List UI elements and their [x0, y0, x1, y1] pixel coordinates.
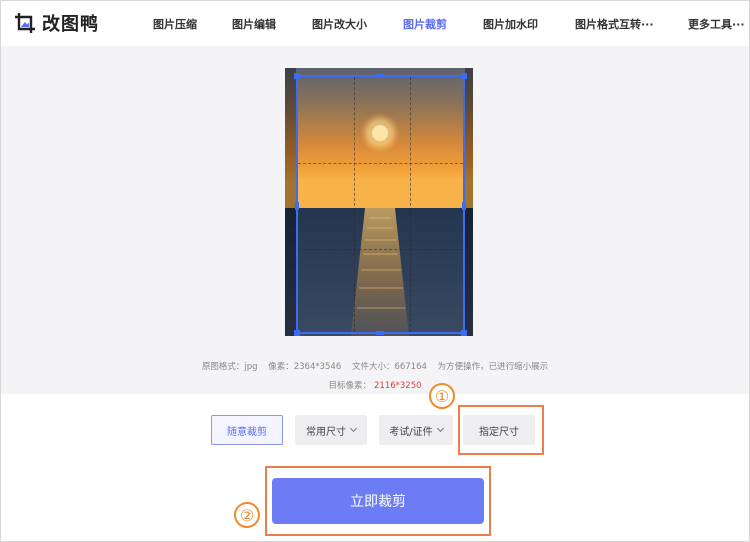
crop-grid-line [298, 249, 463, 250]
original-format: 原图格式：jpg [201, 362, 258, 372]
target-pixels: 目标像素： 2116*3250 [0, 379, 750, 391]
crop-grid-line [410, 77, 411, 332]
exam-id-dropdown[interactable]: 考试/证件 [379, 415, 453, 445]
custom-size-label: 指定尺寸 [479, 426, 519, 438]
step-1-badge: ① [429, 383, 455, 409]
crop-now-label: 立即裁剪 [350, 494, 406, 510]
crop-handle-top-right[interactable] [461, 73, 467, 79]
crop-handle-left[interactable] [295, 202, 299, 210]
custom-size-button[interactable]: 指定尺寸 [463, 415, 535, 445]
target-pixels-label: 目标像素： [328, 381, 371, 391]
crop-handle-top[interactable] [376, 74, 384, 78]
common-size-dropdown[interactable]: 常用尺寸 [295, 415, 367, 445]
original-pixels: 像素：2364*3546 [268, 362, 342, 372]
nav-image-resize[interactable]: 图片改大小 [312, 16, 367, 32]
chevron-down-icon [349, 424, 358, 432]
app-name: 改图鸭 [42, 14, 99, 35]
image-info: 原图格式：jpg 像素：2364*3546 文件大小：667164 为方便操作，… [0, 360, 750, 372]
crop-grid-line [354, 77, 355, 332]
chevron-down-icon [436, 424, 444, 432]
common-size-label: 常用尺寸 [306, 426, 346, 438]
nav-image-crop[interactable]: 图片裁剪 [403, 16, 447, 32]
free-crop-button[interactable]: 随意裁剪 [211, 415, 283, 445]
crop-handle-bottom-right[interactable] [461, 330, 467, 336]
step-2-badge: ② [234, 502, 260, 528]
crop-grid-line [298, 163, 463, 164]
image-crop-logo-icon [14, 12, 36, 34]
app-logo[interactable]: 改图鸭 [14, 10, 99, 36]
free-crop-label: 随意裁剪 [227, 426, 267, 438]
crop-handle-top-left[interactable] [294, 73, 300, 79]
nav-image-format-convert[interactable]: 图片格式互转··· [575, 16, 654, 32]
crop-now-button[interactable]: 立即裁剪 [272, 478, 484, 524]
crop-handle-bottom[interactable] [376, 331, 384, 335]
crop-handle-bottom-left[interactable] [294, 330, 300, 336]
file-size: 文件大小：667164 [351, 362, 427, 372]
nav-image-watermark[interactable]: 图片加水印 [483, 16, 538, 32]
exam-id-label: 考试/证件 [389, 426, 433, 438]
nav-image-edit[interactable]: 图片编辑 [232, 16, 276, 32]
top-navigation-bar: 改图鸭 图片压缩 图片编辑 图片改大小 图片裁剪 图片加水印 图片格式互转···… [0, 0, 750, 46]
nav-image-compress[interactable]: 图片压缩 [153, 16, 197, 32]
crop-handle-right[interactable] [462, 202, 466, 210]
scaled-display-note: 为方便操作，已进行缩小展示 [437, 362, 549, 372]
crop-selection-frame[interactable] [294, 73, 467, 336]
nav-more-tools[interactable]: 更多工具··· [688, 16, 745, 32]
target-pixels-value: 2116*3250 [374, 381, 422, 391]
